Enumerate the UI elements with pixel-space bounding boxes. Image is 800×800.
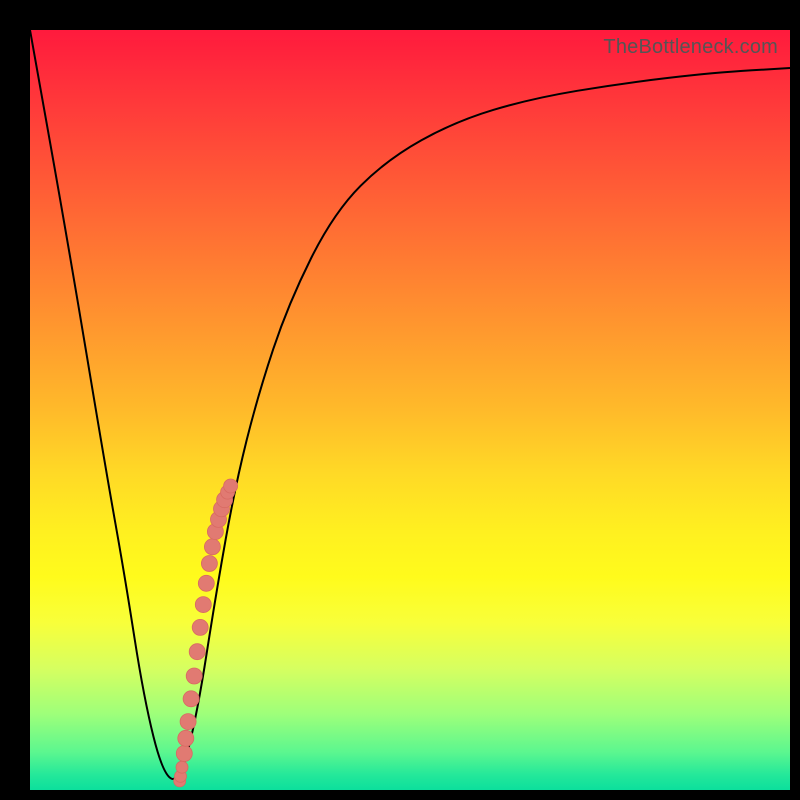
sample-point xyxy=(178,730,194,746)
bottleneck-curve xyxy=(30,30,790,779)
sample-point xyxy=(180,714,196,730)
sample-point xyxy=(186,668,202,684)
sample-point xyxy=(224,479,238,493)
sample-point xyxy=(176,761,188,773)
sample-point xyxy=(195,597,211,613)
sample-point xyxy=(192,619,208,635)
sample-point xyxy=(176,746,192,762)
sample-point xyxy=(201,556,217,572)
chart-frame: TheBottleneck.com xyxy=(0,0,800,800)
sample-point xyxy=(189,644,205,660)
plot-area: TheBottleneck.com xyxy=(30,30,790,790)
sample-point xyxy=(198,575,214,591)
sample-point xyxy=(183,691,199,707)
curve-layer xyxy=(30,30,790,790)
sample-point xyxy=(204,539,220,555)
